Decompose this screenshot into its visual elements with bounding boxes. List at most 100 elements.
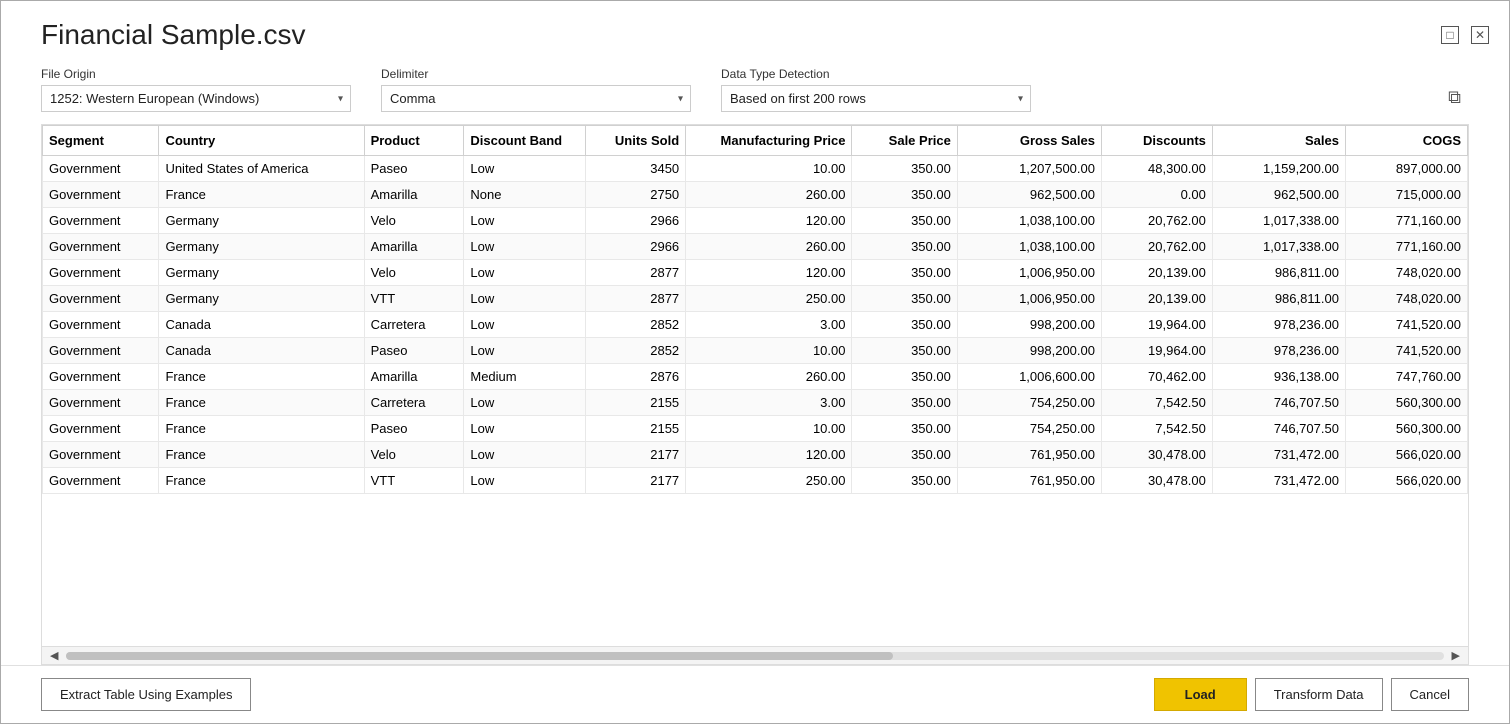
table-cell: 1,159,200.00 [1212, 156, 1345, 182]
table-cell: 761,950.00 [957, 468, 1101, 494]
table-cell: 30,478.00 [1101, 442, 1212, 468]
table-cell: 20,139.00 [1101, 286, 1212, 312]
table-cell: Low [464, 286, 586, 312]
table-cell: 0.00 [1101, 182, 1212, 208]
horizontal-scroll-thumb[interactable] [66, 652, 892, 660]
table-cell: 731,472.00 [1212, 442, 1345, 468]
delimiter-select[interactable]: Comma Tab Semicolon [381, 85, 691, 112]
table-cell: 120.00 [686, 208, 852, 234]
table-cell: 1,017,338.00 [1212, 208, 1345, 234]
table-cell: 1,017,338.00 [1212, 234, 1345, 260]
table-cell: Low [464, 208, 586, 234]
table-row: GovernmentFranceAmarillaMedium2876260.00… [43, 364, 1468, 390]
table-cell: United States of America [159, 156, 364, 182]
table-cell: Canada [159, 312, 364, 338]
table-cell: 48,300.00 [1101, 156, 1212, 182]
horizontal-scrollbar[interactable]: ◀ ▶ [42, 646, 1468, 664]
table-cell: 120.00 [686, 260, 852, 286]
col-header-sales: Sales [1212, 126, 1345, 156]
table-scroll-container[interactable]: Segment Country Product Discount Band Un… [42, 125, 1468, 646]
scroll-right-arrow-icon[interactable]: ▶ [1448, 649, 1464, 662]
data-type-group: Data Type Detection Based on first 200 r… [721, 67, 1031, 112]
table-row: GovernmentFranceAmarillaNone2750260.0035… [43, 182, 1468, 208]
table-cell: Velo [364, 442, 464, 468]
col-header-discounts: Discounts [1101, 126, 1212, 156]
footer-right-buttons: Load Transform Data Cancel [1154, 678, 1469, 711]
table-cell: 986,811.00 [1212, 260, 1345, 286]
close-button[interactable]: ✕ [1471, 26, 1489, 44]
table-row: GovernmentCanadaCarreteraLow28523.00350.… [43, 312, 1468, 338]
table-cell: 771,160.00 [1345, 234, 1467, 260]
table-cell: 2966 [586, 208, 686, 234]
table-cell: 350.00 [852, 416, 957, 442]
table-row: GovernmentFranceCarreteraLow21553.00350.… [43, 390, 1468, 416]
table-cell: Government [43, 468, 159, 494]
table-cell: France [159, 390, 364, 416]
table-cell: 2155 [586, 416, 686, 442]
table-cell: Velo [364, 260, 464, 286]
dialog-title: Financial Sample.csv [41, 19, 306, 51]
table-cell: 731,472.00 [1212, 468, 1345, 494]
delimiter-select-wrapper: Comma Tab Semicolon ▾ [381, 85, 691, 112]
delimiter-label: Delimiter [381, 67, 691, 81]
footer: Extract Table Using Examples Load Transf… [1, 665, 1509, 723]
table-cell: Low [464, 312, 586, 338]
table-cell: Germany [159, 260, 364, 286]
col-header-product: Product [364, 126, 464, 156]
table-cell: 260.00 [686, 234, 852, 260]
transform-data-button[interactable]: Transform Data [1255, 678, 1383, 711]
table-cell: Germany [159, 208, 364, 234]
file-origin-select[interactable]: 1252: Western European (Windows) UTF-8 U… [41, 85, 351, 112]
table-cell: Government [43, 260, 159, 286]
table-cell: VTT [364, 286, 464, 312]
table-cell: 761,950.00 [957, 442, 1101, 468]
table-cell: 2877 [586, 286, 686, 312]
table-cell: 566,020.00 [1345, 468, 1467, 494]
table-cell: Carretera [364, 312, 464, 338]
table-cell: France [159, 416, 364, 442]
table-cell: 250.00 [686, 468, 852, 494]
table-cell: Government [43, 442, 159, 468]
table-cell: 748,020.00 [1345, 286, 1467, 312]
table-cell: 998,200.00 [957, 312, 1101, 338]
maximize-button[interactable]: □ [1441, 26, 1459, 44]
file-icon-button[interactable]: ⧉ [1440, 83, 1469, 112]
table-cell: 978,236.00 [1212, 338, 1345, 364]
table-cell: 250.00 [686, 286, 852, 312]
table-row: GovernmentGermanyVeloLow2966120.00350.00… [43, 208, 1468, 234]
table-cell: 771,160.00 [1345, 208, 1467, 234]
table-cell: 1,006,950.00 [957, 260, 1101, 286]
table-cell: 350.00 [852, 364, 957, 390]
table-cell: Low [464, 338, 586, 364]
table-cell: 7,542.50 [1101, 390, 1212, 416]
scroll-left-arrow-icon[interactable]: ◀ [46, 649, 62, 662]
window-controls: □ ✕ [1441, 26, 1489, 44]
table-cell: Velo [364, 208, 464, 234]
table-cell: 754,250.00 [957, 390, 1101, 416]
table-cell: Amarilla [364, 364, 464, 390]
table-row: GovernmentFranceVTTLow2177250.00350.0076… [43, 468, 1468, 494]
table-cell: Low [464, 390, 586, 416]
table-cell: Low [464, 156, 586, 182]
table-cell: France [159, 442, 364, 468]
table-cell: 741,520.00 [1345, 312, 1467, 338]
table-cell: 350.00 [852, 468, 957, 494]
table-cell: Germany [159, 234, 364, 260]
extract-table-button[interactable]: Extract Table Using Examples [41, 678, 251, 711]
table-cell: 10.00 [686, 156, 852, 182]
load-button[interactable]: Load [1154, 678, 1247, 711]
table-cell: 897,000.00 [1345, 156, 1467, 182]
table-cell: 19,964.00 [1101, 338, 1212, 364]
table-cell: France [159, 364, 364, 390]
data-type-select[interactable]: Based on first 200 rows Based on entire … [721, 85, 1031, 112]
table-cell: 715,000.00 [1345, 182, 1467, 208]
table-cell: 260.00 [686, 182, 852, 208]
cancel-button[interactable]: Cancel [1391, 678, 1469, 711]
table-cell: 2155 [586, 390, 686, 416]
table-cell: 936,138.00 [1212, 364, 1345, 390]
horizontal-scroll-track[interactable] [66, 652, 1443, 660]
table-cell: 20,762.00 [1101, 208, 1212, 234]
table-cell: 2966 [586, 234, 686, 260]
table-cell: Germany [159, 286, 364, 312]
table-cell: 2877 [586, 260, 686, 286]
